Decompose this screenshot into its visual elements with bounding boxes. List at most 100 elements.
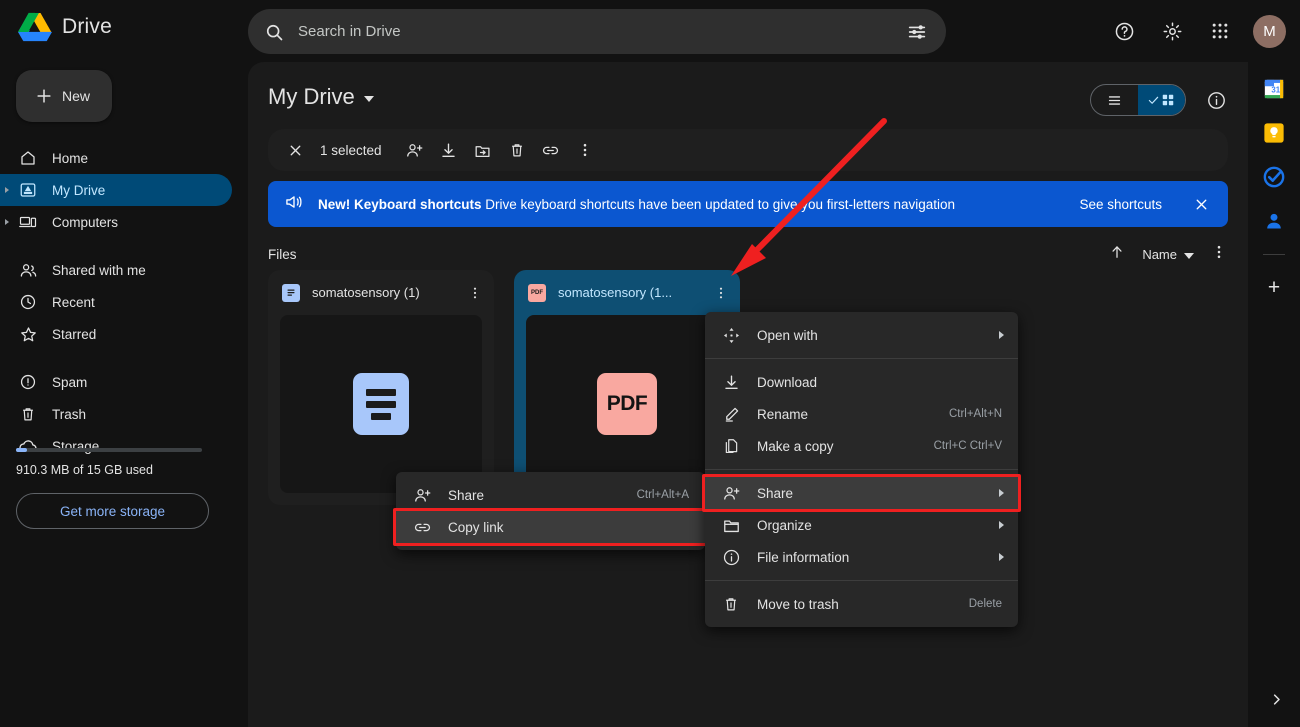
sidebar-item-label: Home xyxy=(52,150,89,166)
search-icon xyxy=(264,22,284,42)
context-item-file-information[interactable]: File information xyxy=(705,541,1018,573)
drive-app: Drive Search in Drive M New Home My Driv… xyxy=(0,0,1300,727)
nav-gap xyxy=(0,350,248,366)
submenu-arrow-icon xyxy=(999,521,1004,529)
trash-icon xyxy=(18,404,38,424)
file-context-menu: Open with Download Rename Ctrl+Alt+N Mak… xyxy=(702,312,1021,627)
google-tasks-icon[interactable] xyxy=(1263,166,1285,188)
file-name: somatosensory (1) xyxy=(312,285,420,300)
new-button[interactable]: New xyxy=(16,70,112,122)
search-input[interactable] xyxy=(298,23,906,40)
drive-brand[interactable]: Drive xyxy=(18,12,112,42)
download-action-icon[interactable] xyxy=(434,135,464,165)
pdf-type-icon: PDF xyxy=(528,283,546,302)
file-card-header: somatosensory (1) xyxy=(268,270,494,315)
list-view-icon[interactable] xyxy=(1091,85,1138,115)
avatar[interactable]: M xyxy=(1253,14,1286,48)
chevron-down-icon[interactable] xyxy=(363,96,374,102)
page-title[interactable]: My Drive xyxy=(268,84,374,110)
context-label: Rename xyxy=(757,406,809,422)
context-label: Open with xyxy=(757,327,818,343)
file-grid: somatosensory (1) PDF somatosensory (1..… xyxy=(268,270,740,505)
sidebar-item-starred[interactable]: Starred xyxy=(0,318,232,350)
info-icon xyxy=(721,547,741,567)
submenu-label: Share xyxy=(448,487,485,503)
context-accelerator: Ctrl+Alt+N xyxy=(948,408,1002,420)
nav-gap xyxy=(0,238,248,254)
tune-icon[interactable] xyxy=(906,21,928,43)
banner-bold-text: New! Keyboard shortcuts xyxy=(318,196,482,212)
sidebar-item-spam[interactable]: Spam xyxy=(0,366,232,398)
storage-usage-text: 910.3 MB of 15 GB used xyxy=(16,463,153,477)
info-icon[interactable] xyxy=(1202,86,1230,114)
chevron-right-icon[interactable] xyxy=(5,187,9,193)
add-app-button[interactable]: + xyxy=(1268,277,1280,298)
home-icon xyxy=(18,148,38,168)
rail-divider xyxy=(1263,254,1285,255)
google-contacts-icon[interactable] xyxy=(1263,210,1285,232)
submenu-arrow-icon xyxy=(999,331,1004,339)
page-title-text: My Drive xyxy=(268,84,355,109)
view-toggle xyxy=(1090,84,1186,116)
sidebar-item-home[interactable]: Home xyxy=(0,142,232,174)
more-action-icon[interactable] xyxy=(570,135,600,165)
doc-type-icon xyxy=(282,283,300,302)
context-item-share[interactable]: Share xyxy=(702,474,1021,512)
context-item-download[interactable]: Download xyxy=(705,366,1018,398)
trash-action-icon[interactable] xyxy=(502,135,532,165)
google-keep-icon[interactable] xyxy=(1263,122,1285,144)
submenu-label: Copy link xyxy=(448,519,504,535)
context-item-open-with[interactable]: Open with xyxy=(705,319,1018,351)
gear-icon[interactable] xyxy=(1154,13,1190,49)
see-shortcuts-link[interactable]: See shortcuts xyxy=(1079,197,1162,212)
chevron-right-icon[interactable] xyxy=(1269,692,1284,711)
search-bar[interactable] xyxy=(248,9,946,54)
sidebar-item-my-drive[interactable]: My Drive xyxy=(0,174,232,206)
share-submenu: Share Ctrl+Alt+A Copy link xyxy=(393,472,708,550)
pdf-thumb-icon: PDF xyxy=(597,373,657,435)
sidebar-item-trash[interactable]: Trash xyxy=(0,398,232,430)
submenu-item-copy-link[interactable]: Copy link xyxy=(393,508,708,546)
context-item-move-to-trash[interactable]: Move to trash Delete xyxy=(705,588,1018,620)
grid-view-icon[interactable] xyxy=(1138,85,1185,115)
context-item-make-a-copy[interactable]: Make a copy Ctrl+C Ctrl+V xyxy=(705,430,1018,462)
arrow-up-icon[interactable] xyxy=(1108,243,1126,266)
file-card-header: PDF somatosensory (1... xyxy=(514,270,740,315)
side-apps-rail: 31 + xyxy=(1248,62,1300,727)
spam-icon xyxy=(18,372,38,392)
context-accelerator: Ctrl+C Ctrl+V xyxy=(933,440,1002,452)
clock-icon xyxy=(18,292,38,312)
share-action-icon[interactable] xyxy=(400,135,430,165)
move-action-icon[interactable] xyxy=(468,135,498,165)
banner-close-icon[interactable] xyxy=(1190,193,1212,215)
sort-label: Name xyxy=(1142,246,1177,262)
computers-icon xyxy=(18,212,38,232)
close-icon[interactable] xyxy=(280,135,310,165)
sort-by-name-button[interactable]: Name xyxy=(1142,247,1194,262)
context-label: Make a copy xyxy=(757,438,834,454)
file-card-more-icon[interactable] xyxy=(708,280,734,306)
apps-grid-icon[interactable] xyxy=(1202,13,1238,49)
file-card-more-icon[interactable] xyxy=(462,280,488,306)
files-more-icon[interactable] xyxy=(1210,243,1228,266)
sidebar-item-label: Computers xyxy=(52,214,119,230)
drive-logo-icon xyxy=(18,12,52,42)
context-item-rename[interactable]: Rename Ctrl+Alt+N xyxy=(705,398,1018,430)
chevron-right-icon[interactable] xyxy=(5,219,9,225)
submenu-item-share[interactable]: Share Ctrl+Alt+A xyxy=(396,479,705,511)
storage-section: 910.3 MB of 15 GB used Get more storage xyxy=(16,448,232,529)
submenu-arrow-icon xyxy=(999,553,1004,561)
sidebar-item-shared-with-me[interactable]: Shared with me xyxy=(0,254,232,286)
campaign-icon xyxy=(284,192,304,217)
new-button-label: New xyxy=(62,88,91,104)
context-item-organize[interactable]: Organize xyxy=(705,509,1018,541)
sidebar-item-recent[interactable]: Recent xyxy=(0,286,232,318)
file-card-doc[interactable]: somatosensory (1) xyxy=(268,270,494,505)
get-more-storage-button[interactable]: Get more storage xyxy=(16,493,209,529)
copy-link-action-icon[interactable] xyxy=(536,135,566,165)
header-actions: M xyxy=(1106,13,1286,49)
sidebar-item-computers[interactable]: Computers xyxy=(0,206,232,238)
help-circle-icon[interactable] xyxy=(1106,13,1142,49)
google-calendar-icon[interactable]: 31 xyxy=(1263,78,1285,100)
sort-controls: Name xyxy=(1108,243,1228,266)
